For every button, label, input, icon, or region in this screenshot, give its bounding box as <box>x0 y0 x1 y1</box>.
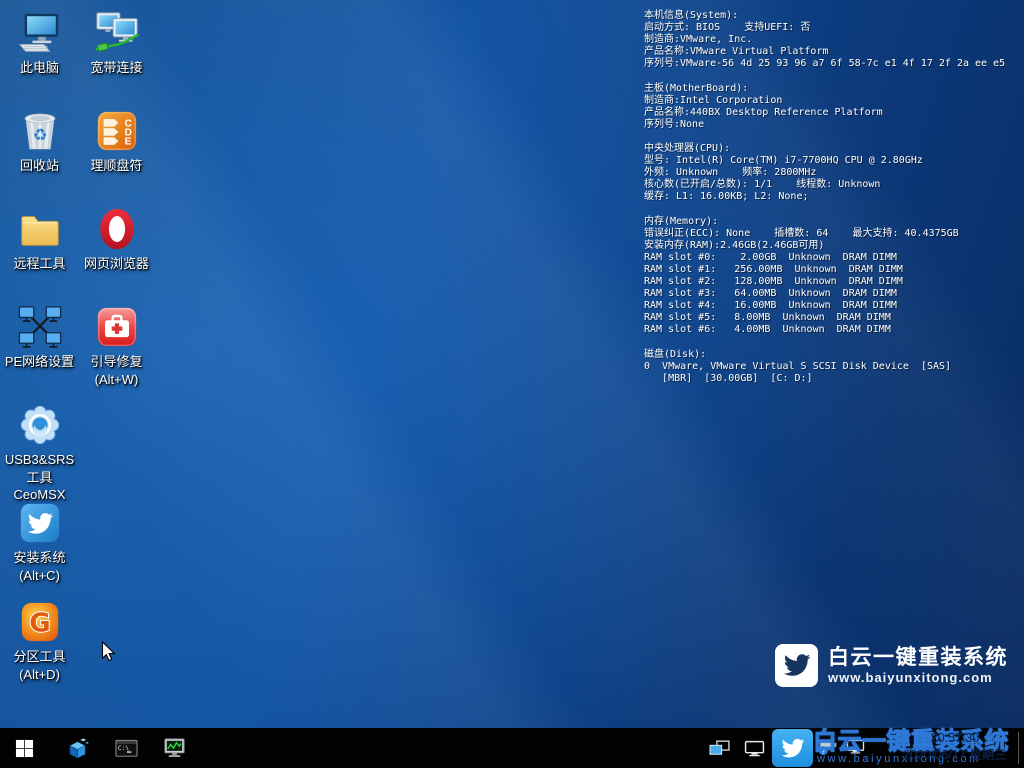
network-settings-icon <box>1 302 78 350</box>
task-manager-icon <box>163 737 186 760</box>
show-desktop-divider[interactable] <box>1018 732 1019 764</box>
start-button[interactable] <box>0 728 48 768</box>
desktop-watermark: 白云一键重装系统 www.baiyunxitong.com <box>775 644 1008 687</box>
svg-text:?: ? <box>821 746 826 755</box>
taskbar-baiyun-app-button[interactable] <box>772 729 813 767</box>
drive-letter-tool-icon: C D E <box>78 106 155 154</box>
bird-icon <box>780 736 805 761</box>
desktop-icon-partition-tool[interactable]: G 分区工具 (Alt+D) <box>1 597 78 683</box>
desktop-icon-web-browser[interactable]: 网页浏览器 <box>78 204 155 273</box>
folder-icon <box>1 204 78 252</box>
taskbar-registry-tool-button[interactable] <box>54 728 102 768</box>
svg-text:C:\: C:\ <box>117 744 128 751</box>
taskbar: C:\ <box>0 728 1024 768</box>
broadband-connection-icon <box>78 8 155 56</box>
desktop: 此电脑 宽带连接 ♻ <box>0 0 1024 728</box>
taskbar-cmd-button[interactable]: C:\ <box>102 728 150 768</box>
desktop-icon-usb3-srs-tool[interactable]: USB3&SRS 工具CeoMSX <box>1 400 78 504</box>
tray-network-icon[interactable] <box>709 740 730 757</box>
watermark-url: www.baiyunxitong.com <box>828 670 1008 685</box>
desktop-icon-label: PE网络设置 <box>1 353 78 371</box>
watermark-title: 白云一键重装系统 <box>828 646 1008 670</box>
desktop-icon-label: 此电脑 <box>1 59 78 77</box>
boot-repair-icon <box>78 302 155 350</box>
system-info-text: 本机信息(System): 启动方式: BIOS 支持UEFI: 否 制造商:V… <box>644 10 1005 385</box>
svg-text:G: G <box>29 609 50 639</box>
desktop-icon-label: 理顺盘符 <box>78 157 155 175</box>
desktop-icon-label: 安装系统 (Alt+C) <box>1 549 78 584</box>
opera-browser-icon <box>78 204 155 252</box>
tray-display-icon[interactable] <box>744 740 765 758</box>
desktop-icon-broadband[interactable]: 宽带连接 <box>78 8 155 77</box>
desktop-icon-pe-network-settings[interactable]: PE网络设置 <box>1 302 78 371</box>
desktop-icon-recycle-bin[interactable]: ♻ 回收站 <box>1 106 78 175</box>
desktop-icon-this-pc[interactable]: 此电脑 <box>1 8 78 77</box>
watermark-bird-logo <box>775 644 818 687</box>
desktop-icon-label: 网页浏览器 <box>78 255 155 273</box>
partition-tool-icon: G <box>1 597 78 645</box>
install-system-icon <box>1 498 78 546</box>
windows-logo-icon <box>15 739 34 758</box>
registry-cube-icon <box>67 737 90 760</box>
tray-monitor-icon[interactable] <box>846 739 865 755</box>
desktop-icon-label: 回收站 <box>1 157 78 175</box>
command-prompt-icon: C:\ <box>115 737 138 760</box>
recycle-bin-icon: ♻ <box>1 106 78 154</box>
desktop-icon-label: 分区工具 (Alt+D) <box>1 648 78 683</box>
desktop-icon-label: 引导修复 (Alt+W) <box>78 353 155 388</box>
mouse-cursor <box>101 641 116 667</box>
svg-text:E: E <box>124 137 131 148</box>
desktop-icon-label: 远程工具 <box>1 255 78 273</box>
desktop-icon-drive-letter-tool[interactable]: C D E 理顺盘符 <box>78 106 155 175</box>
desktop-icon-install-system[interactable]: 安装系统 (Alt+C) <box>1 498 78 584</box>
tray-usb-device-icon[interactable]: ? <box>817 737 838 756</box>
taskbar-clock[interactable]: 20:57:30 2020/06/17 星期三 <box>896 730 1014 764</box>
svg-text:♻: ♻ <box>32 127 47 145</box>
clock-date: 2020/06/17 星期三 <box>896 747 1014 764</box>
clock-time: 20:57:30 <box>896 730 1014 747</box>
usb3-srs-tool-icon <box>1 400 78 448</box>
desktop-icon-remote-tools[interactable]: 远程工具 <box>1 204 78 273</box>
taskbar-task-manager-button[interactable] <box>150 728 198 768</box>
desktop-icon-label: 宽带连接 <box>78 59 155 77</box>
this-pc-icon <box>1 8 78 56</box>
desktop-icon-label: USB3&SRS 工具CeoMSX <box>1 451 78 504</box>
desktop-icon-boot-repair[interactable]: 引导修复 (Alt+W) <box>78 302 155 388</box>
